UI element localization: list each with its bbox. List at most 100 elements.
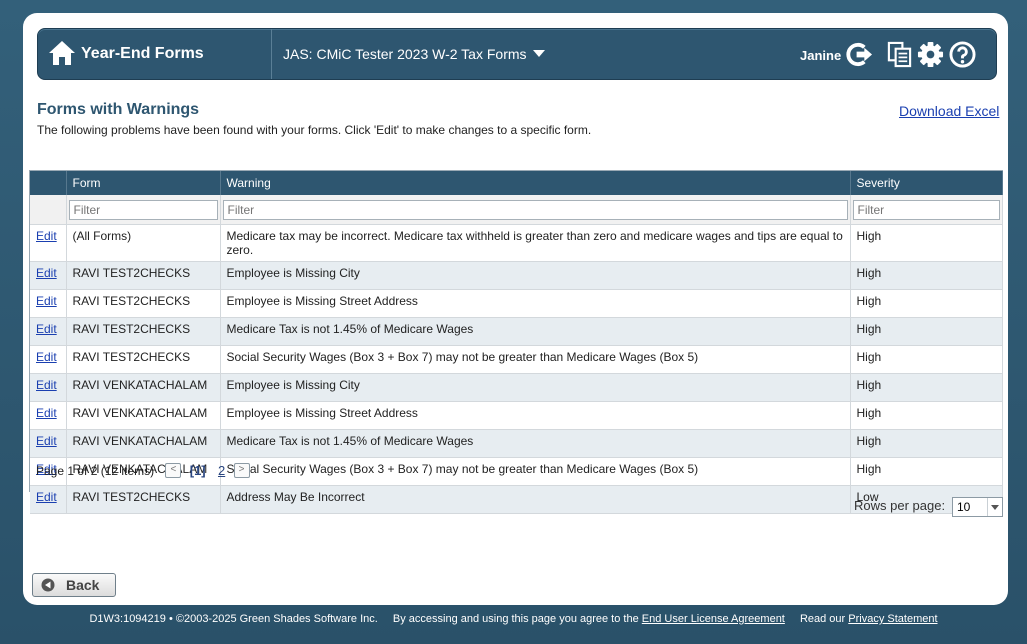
next-page-button[interactable]: > (233, 463, 250, 479)
rows-per-page-value: 10 (957, 500, 971, 514)
severity-cell: High (850, 289, 1003, 318)
current-page: [1] (189, 463, 206, 479)
severity-cell: High (850, 457, 1003, 486)
header-row: Form Warning Severity (30, 171, 1003, 195)
form-cell: RAVI TEST2CHECKS (66, 345, 221, 374)
edit-link[interactable]: Edit (36, 350, 57, 364)
table-row: Edit RAVI TEST2CHECKS Employee is Missing … (30, 261, 1003, 290)
edit-cell: Edit (30, 317, 67, 346)
page-2-link[interactable]: 2 (218, 463, 225, 478)
severity-filter-input[interactable] (852, 199, 1000, 220)
chevron-down-icon (987, 498, 1002, 516)
rows-per-page-label: Rows per page: (854, 498, 946, 513)
eula-link[interactable]: End User License Agreement (642, 613, 785, 625)
edit-cell: Edit (30, 373, 67, 402)
help-icon[interactable] (949, 41, 976, 68)
privacy-link[interactable]: Privacy Statement (848, 613, 937, 625)
form-selector-label: JAS: CMiC Tester 2023 W-2 Tax Forms (283, 46, 527, 62)
warning-cell: Employee is Missing City (220, 261, 851, 290)
warning-cell: Medicare Tax is not 1.45% of Medicare Wa… (220, 429, 851, 458)
edit-cell: Edit (30, 224, 67, 262)
form-filter-input[interactable] (68, 199, 218, 220)
edit-link[interactable]: Edit (36, 266, 57, 280)
gear-icon[interactable] (917, 41, 944, 68)
filter-cell-empty (30, 195, 67, 225)
severity-cell: High (850, 401, 1003, 430)
edit-cell: Edit (30, 485, 67, 514)
filter-cell-severity (850, 195, 1003, 225)
warning-cell: Medicare tax may be incorrect. Medicare … (220, 224, 851, 262)
form-cell: RAVI TEST2CHECKS (66, 261, 221, 290)
warnings-grid: Form Warning Severity Edit(All Forms)Med… (29, 170, 1003, 514)
footer-agreement: By accessing and using this page you agr… (393, 613, 785, 625)
filter-row (30, 195, 1003, 225)
warning-cell: Address May Be Incorrect (220, 485, 851, 514)
back-arrow-icon (41, 578, 55, 592)
pager: Page 1 of 2 (12 items) < [1] 2 > (36, 463, 250, 479)
table-row: Edit RAVI TEST2CHECKS Employee is Missing … (30, 289, 1003, 318)
form-selector-dropdown[interactable]: JAS: CMiC Tester 2023 W-2 Tax Forms (283, 46, 545, 62)
home-icon[interactable] (48, 40, 76, 66)
pager-info: Page 1 of 2 (12 items) (36, 463, 155, 478)
main-card: Year-End Forms JAS: CMiC Tester 2023 W-2… (23, 13, 1008, 605)
app-header: Year-End Forms JAS: CMiC Tester 2023 W-2… (37, 28, 997, 80)
form-cell: RAVI VENKATACHALAM (66, 373, 221, 402)
download-excel-link[interactable]: Download Excel (899, 103, 999, 119)
edit-link[interactable]: Edit (36, 378, 57, 392)
rows-per-page-select[interactable]: 10 (952, 497, 1003, 517)
form-cell: (All Forms) (66, 224, 221, 262)
prev-page-button[interactable]: < (165, 463, 182, 479)
severity-cell: High (850, 261, 1003, 290)
severity-cell: High (850, 373, 1003, 402)
warning-cell: Social Security Wages (Box 3 + Box 7) ma… (220, 345, 851, 374)
logout-icon[interactable] (846, 41, 873, 68)
edit-cell: Edit (30, 289, 67, 318)
edit-link[interactable]: Edit (36, 229, 57, 243)
user-name: Janine (800, 48, 842, 63)
table-row: Edit RAVI VENKATACHALAM Medicare Tax is no… (30, 429, 1003, 458)
edit-cell: Edit (30, 261, 67, 290)
warning-filter-input[interactable] (222, 199, 848, 220)
edit-link[interactable]: Edit (36, 434, 57, 448)
column-header-edit (30, 171, 67, 195)
filter-cell-form (66, 195, 221, 225)
severity-cell: High (850, 345, 1003, 374)
table-row: Edit RAVI VENKATACHALAM Employee is Missin… (30, 401, 1003, 430)
table-row: Edit RAVI VENKATACHALAM Employee is Missin… (30, 373, 1003, 402)
form-cell: RAVI TEST2CHECKS (66, 289, 221, 318)
page-title: Forms with Warnings (37, 101, 200, 118)
warning-cell: Medicare Tax is not 1.45% of Medicare Wa… (220, 317, 851, 346)
severity-cell: High (850, 429, 1003, 458)
warning-cell: Employee is Missing City (220, 373, 851, 402)
footer-read-text: Read our (799, 613, 846, 625)
filter-cell-warning (220, 195, 851, 225)
column-header-warning[interactable]: Warning (220, 171, 851, 195)
footer-copyright: D1W3:1094219 • ©2003-2025 Green Shades S… (89, 613, 378, 625)
table-row: Edit (All Forms) Medicare tax may be incor… (30, 224, 1003, 262)
table-row: Edit RAVI TEST2CHECKS Medicare Tax is not … (30, 317, 1003, 346)
chevron-down-icon (532, 50, 545, 57)
header-divider (271, 29, 272, 79)
edit-link[interactable]: Edit (36, 294, 57, 308)
edit-cell: Edit (30, 401, 67, 430)
edit-link[interactable]: Edit (36, 406, 57, 420)
severity-cell: High (850, 224, 1003, 262)
warning-cell: Employee is Missing Street Address (220, 289, 851, 318)
copy-icon[interactable] (886, 41, 913, 68)
footer-agree-text: By accessing and using this page you agr… (392, 613, 639, 625)
edit-link[interactable]: Edit (36, 490, 57, 504)
column-header-severity[interactable]: Severity (850, 171, 1003, 195)
edit-cell: Edit (30, 345, 67, 374)
severity-cell: High (850, 317, 1003, 346)
form-cell: RAVI VENKATACHALAM (66, 429, 221, 458)
edit-link[interactable]: Edit (36, 322, 57, 336)
back-button[interactable]: Back (32, 573, 116, 597)
table-row: Edit RAVI TEST2CHECKS Social Security Wage… (30, 345, 1003, 374)
form-cell: RAVI VENKATACHALAM (66, 401, 221, 430)
column-header-form[interactable]: Form (66, 171, 221, 195)
form-cell: RAVI TEST2CHECKS (66, 317, 221, 346)
app-title[interactable]: Year-End Forms (81, 45, 204, 63)
edit-cell: Edit (30, 429, 67, 458)
page-description: The following problems have been found w… (37, 123, 592, 137)
form-cell: RAVI TEST2CHECKS (66, 485, 221, 514)
